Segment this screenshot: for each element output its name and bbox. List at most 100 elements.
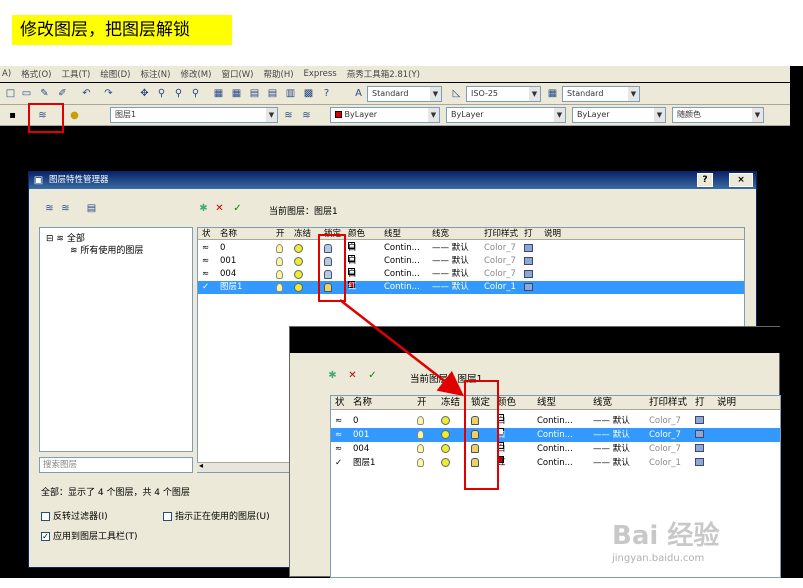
plotstyle-cell[interactable]: Color_7 xyxy=(649,442,681,456)
menu-item[interactable]: A) xyxy=(2,69,11,79)
column-header[interactable]: 状 xyxy=(335,396,345,410)
column-header[interactable]: 名称 xyxy=(220,228,237,240)
invert-filter-option[interactable]: 反转过滤器(I) xyxy=(41,509,108,522)
lineweight-cell[interactable]: —— 默认 xyxy=(432,255,469,268)
column-header[interactable]: 说明 xyxy=(544,228,561,240)
properties-icon[interactable]: ▦ xyxy=(212,87,225,100)
menu-item[interactable]: Express xyxy=(304,69,337,79)
layer-state-icon[interactable]: ● xyxy=(68,109,81,122)
pencil-icon[interactable]: ✎ xyxy=(38,87,51,100)
dim-style-combo[interactable]: ISO-25 ▼ xyxy=(466,86,541,102)
menu-item[interactable]: 格式(O) xyxy=(21,68,51,80)
column-header[interactable]: 打印样式 xyxy=(484,228,518,240)
plotstyle-combo[interactable]: 随颜色 ▼ xyxy=(672,107,764,123)
layer-row[interactable]: ≈001 白 Contin... —— 默认 Color_7 xyxy=(198,255,744,268)
column-header[interactable]: 冻结 xyxy=(294,228,311,240)
menu-item[interactable]: 标注(N) xyxy=(140,68,170,80)
apply-toolbar-option[interactable]: ✓ 应用到图层工具栏(T) xyxy=(41,529,138,542)
tool-palette-icon[interactable]: ▤ xyxy=(248,87,261,100)
layer-row[interactable]: ✓ 图层1 红 Contin... —— 默认 Color_1 xyxy=(198,281,744,294)
column-header[interactable]: 线宽 xyxy=(593,396,612,410)
plotstyle-cell[interactable]: Color_7 xyxy=(649,414,681,428)
layer-states-manager-icon[interactable]: ▤ xyxy=(85,202,98,215)
plotstyle-cell[interactable]: Color_7 xyxy=(484,242,516,255)
column-header[interactable]: 打 xyxy=(524,228,533,240)
make-current-icon[interactable]: ≋ xyxy=(282,109,295,122)
search-layers-input[interactable]: 搜索图层 xyxy=(39,457,193,473)
column-header[interactable]: 打印样式 xyxy=(649,396,687,410)
layer-name[interactable]: 0 xyxy=(220,242,225,255)
layer-combo[interactable]: 图层1 ▼ xyxy=(110,107,278,123)
indicate-used-option[interactable]: 指示正在使用的图层(U) xyxy=(163,509,270,522)
linetype-cell[interactable]: Contin... xyxy=(384,255,420,268)
lineweight-cell[interactable]: —— 默认 xyxy=(593,428,630,442)
layer-row[interactable]: ≈0 白 Contin... —— 默认 Color_7 xyxy=(331,414,780,428)
plotstyle-cell[interactable]: Color_7 xyxy=(484,255,516,268)
column-header[interactable]: 开 xyxy=(276,228,285,240)
layer-name[interactable]: 0 xyxy=(353,414,358,428)
layer-name[interactable]: 图层1 xyxy=(220,281,242,294)
column-header[interactable]: 线宽 xyxy=(432,228,449,240)
zoom-window-icon[interactable]: ⚲ xyxy=(172,87,185,100)
sheet-set-icon[interactable]: ▤ xyxy=(266,87,279,100)
indicate-used-checkbox[interactable] xyxy=(163,512,172,521)
column-header[interactable]: 冻结 xyxy=(441,396,460,410)
plotstyle-cell[interactable]: Color_7 xyxy=(484,268,516,281)
linetype-cell[interactable]: Contin... xyxy=(384,242,420,255)
table-style-combo[interactable]: Standard ▼ xyxy=(562,86,640,102)
new-property-filter-icon[interactable]: ≋ xyxy=(43,202,56,215)
dialog-titlebar[interactable]: 图层特性管理器 xyxy=(29,172,756,189)
open-file-icon[interactable]: ▭ xyxy=(20,87,33,100)
linetype-cell[interactable]: Contin... xyxy=(537,442,573,456)
layer-previous-icon[interactable]: ≋ xyxy=(300,109,313,122)
linetype-combo[interactable]: ByLayer ▼ xyxy=(446,107,566,123)
column-header[interactable]: 状 xyxy=(202,228,211,240)
layer-name[interactable]: 001 xyxy=(220,255,236,268)
menu-item[interactable]: 绘图(D) xyxy=(100,68,130,80)
lineweight-cell[interactable]: —— 默认 xyxy=(593,414,630,428)
plotstyle-cell[interactable]: Color_7 xyxy=(649,428,681,442)
column-header[interactable]: 说明 xyxy=(717,396,736,410)
column-header[interactable]: 开 xyxy=(417,396,427,410)
new-layer-icon[interactable]: ✱ xyxy=(197,202,210,215)
zoom-realtime-icon[interactable]: ⚲ xyxy=(155,87,168,100)
linetype-cell[interactable]: Contin... xyxy=(384,281,420,294)
layer-name[interactable]: 004 xyxy=(220,268,236,281)
column-header[interactable]: 颜色 xyxy=(497,396,516,410)
column-header[interactable]: 线型 xyxy=(384,228,401,240)
match-prop-icon[interactable]: ✐ xyxy=(56,87,69,100)
column-header[interactable]: 颜色 xyxy=(348,228,365,240)
layer-name[interactable]: 004 xyxy=(353,442,369,456)
lineweight-cell[interactable]: —— 默认 xyxy=(593,442,630,456)
layer-row[interactable]: ≈004 白 Contin... —— 默认 Color_7 xyxy=(198,268,744,281)
tree-node-used-layers[interactable]: ≋ 所有使用的图层 xyxy=(70,243,143,256)
column-header[interactable]: 名称 xyxy=(353,396,372,410)
help-button[interactable]: ? xyxy=(697,173,713,187)
lineweight-cell[interactable]: —— 默认 xyxy=(432,242,469,255)
layer-row[interactable]: ≈001 白 Contin... —— 默认 Color_7 xyxy=(331,428,780,442)
linetype-cell[interactable]: Contin... xyxy=(537,428,573,442)
layer-row[interactable]: ≈0 白 Contin... —— 默认 Color_7 xyxy=(198,242,744,255)
lineweight-combo[interactable]: ByLayer ▼ xyxy=(572,107,666,123)
layer-row[interactable]: ≈004 白 Contin... —— 默认 Color_7 xyxy=(331,442,780,456)
layer-name[interactable]: 图层1 xyxy=(353,456,375,470)
invert-filter-checkbox[interactable] xyxy=(41,512,50,521)
color-combo[interactable]: ByLayer ▼ xyxy=(330,107,440,123)
text-style-combo[interactable]: Standard ▼ xyxy=(367,86,442,102)
new-group-filter-icon[interactable]: ≋ xyxy=(59,202,72,215)
lineweight-cell[interactable]: —— 默认 xyxy=(432,268,469,281)
apply-toolbar-checkbox[interactable]: ✓ xyxy=(41,532,50,541)
layer-row[interactable]: ✓ 图层1 红 Contin... —— 默认 Color_1 xyxy=(331,456,780,470)
delete-layer-icon[interactable]: ✕ xyxy=(213,202,226,215)
help-icon[interactable]: ? xyxy=(320,87,333,100)
close-button[interactable]: × xyxy=(729,173,753,187)
new-file-icon[interactable]: □ xyxy=(4,87,17,100)
redo-icon[interactable]: ↷ xyxy=(102,87,115,100)
markup-icon[interactable]: ▥ xyxy=(284,87,297,100)
layer-name[interactable]: 001 xyxy=(353,428,369,442)
menu-item[interactable]: 工具(T) xyxy=(61,68,90,80)
menu-item[interactable]: 修改(M) xyxy=(180,68,211,80)
linetype-cell[interactable]: Contin... xyxy=(537,456,573,470)
lineweight-cell[interactable]: —— 默认 xyxy=(432,281,469,294)
calculator-icon[interactable]: ▩ xyxy=(302,87,315,100)
